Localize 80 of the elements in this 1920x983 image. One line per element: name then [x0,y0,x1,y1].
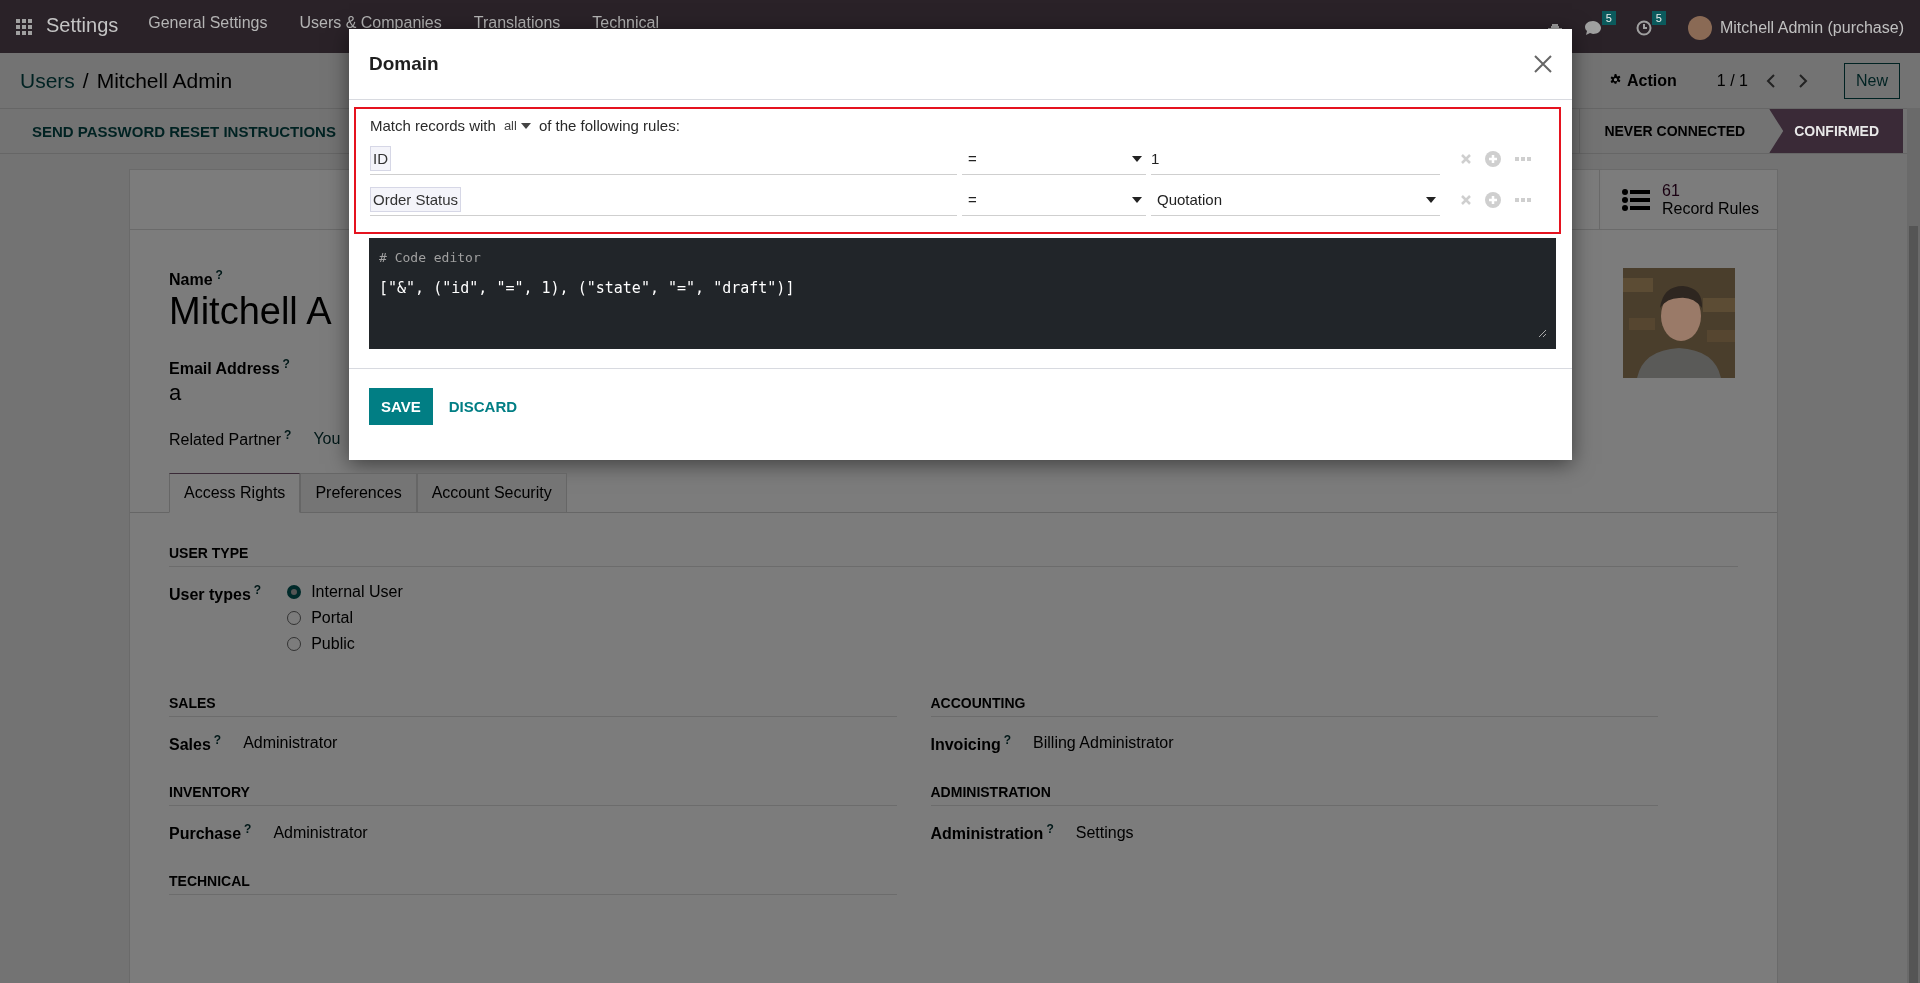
status-stage[interactable]: CONFIRMED [1769,109,1903,153]
value-select[interactable]: Quotation [1151,184,1440,216]
avatar-icon[interactable] [1687,16,1712,40]
field-label: Email Address [169,360,280,378]
help-mark[interactable]: ? [213,732,222,747]
field-label: Purchase [169,825,242,843]
menu-item[interactable]: General Settings [148,14,268,32]
resize-grip-icon[interactable] [1539,330,1546,337]
tab[interactable]: Account Security [416,472,567,513]
caret-icon [1132,155,1142,162]
match-label: of the following rules: [538,117,680,134]
radio-label[interactable]: Internal User [311,582,403,601]
list-icon [1622,188,1650,211]
field-label: Invoicing [930,735,1001,753]
help-mark[interactable]: ? [282,356,290,371]
chevron-right-icon[interactable] [1798,73,1808,88]
notification-badge: 5 [1601,11,1616,25]
breadcrumb-current: Mitchell Admin [96,68,233,93]
help-mark[interactable]: ? [1046,821,1054,836]
field-label: User types [169,585,251,603]
help-mark[interactable]: ? [253,582,262,597]
field-value[interactable]: Administrator [273,823,368,842]
status-stage[interactable]: NEVER CONNECTED [1579,109,1770,153]
field-value[interactable]: Billing Administrator [1033,734,1174,753]
section-title: TECHNICAL [169,873,897,896]
match-mode-select[interactable]: all [503,118,531,133]
notification-badge: 5 [1651,11,1666,25]
pager: 1 / 1 [1716,71,1748,90]
field-path-input[interactable]: ID [370,143,957,175]
field-label: Related Partner [169,431,282,449]
reset-password-button[interactable]: SEND PASSWORD RESET INSTRUCTIONS [14,109,346,153]
field-value[interactable]: Settings [1075,823,1134,842]
partner-link[interactable]: You [313,429,341,448]
code-editor[interactable]: # Code editor ["&", ("id", "=", 1), ("state", "=", "draft")] [369,238,1556,349]
chevron-left-icon[interactable] [1766,73,1776,88]
field-label: Sales [169,735,211,753]
close-icon[interactable] [1534,55,1552,73]
field-label: Name [169,271,213,289]
app-title[interactable]: Settings [46,14,119,37]
section-title: ADMINISTRATION [930,783,1658,806]
app-grid-icon[interactable] [16,19,32,35]
dialog-title: Domain [369,53,439,75]
user-name[interactable]: Mitchell Admin (purchase) [1719,19,1904,37]
save-button[interactable]: SAVE [369,388,433,425]
section-title: ACCOUNTING [930,694,1658,717]
radio-button[interactable] [287,584,302,599]
radio-label[interactable]: Public [311,634,355,653]
value-input[interactable]: 1 [1151,143,1440,175]
section-title: INVENTORY [169,783,897,806]
breadcrumb-link[interactable]: Users [20,68,75,93]
caret-icon [520,122,531,129]
chat-icon[interactable] [1583,20,1602,36]
operator-select[interactable]: = [962,143,1146,175]
caret-icon [1426,196,1436,203]
help-mark[interactable]: ? [244,821,252,836]
field-path-input[interactable]: Order Status [370,184,957,216]
scrollbar[interactable] [1907,108,1920,983]
tab[interactable]: Access Rights [169,472,301,513]
menu-item[interactable]: Technical [592,14,659,32]
match-label: Match records with [370,117,496,134]
help-mark[interactable]: ? [215,268,223,282]
tab[interactable]: Preferences [300,472,417,513]
menu-item[interactable]: Users & Companies [299,14,442,32]
new-button[interactable]: New [1844,62,1900,99]
field-value[interactable]: Administrator [243,734,338,753]
help-mark[interactable]: ? [1003,732,1012,747]
breadcrumb-separator: / [82,68,89,93]
operator-select[interactable]: = [962,184,1146,216]
record-rules-button[interactable]: 61 Record Rules [1599,170,1777,229]
clock-icon[interactable] [1635,20,1652,36]
menu-item[interactable]: Translations [473,14,561,32]
help-mark[interactable]: ? [284,428,292,443]
field-label: Administration [930,825,1044,843]
discard-button[interactable]: DISCARD [436,388,530,425]
section-title: USER TYPE [169,544,1738,567]
gear-icon [1609,74,1623,87]
caret-icon [1132,196,1142,203]
radio-label[interactable]: Portal [311,608,353,627]
action-menu[interactable]: Action [1609,71,1677,90]
section-title: SALES [169,694,897,717]
